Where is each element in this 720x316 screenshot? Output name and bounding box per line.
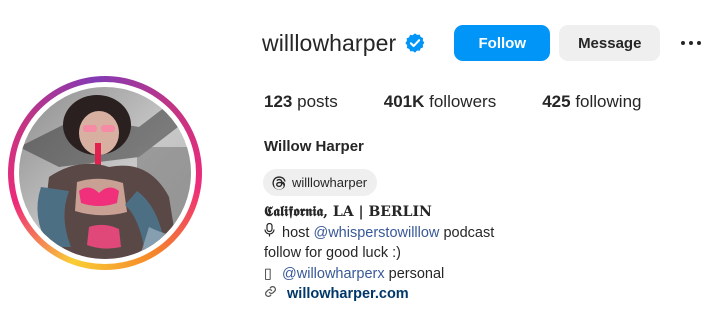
avatar-story-ring[interactable] bbox=[8, 76, 202, 270]
avatar-ring-gap bbox=[14, 82, 196, 264]
box-glyph: ▯ bbox=[264, 265, 272, 282]
posts-count: 123 posts bbox=[264, 92, 338, 112]
bio-location: 𝕮𝖆𝖑𝖎𝖋𝖔𝖗𝖓𝖎𝖆, LA | BERLIN bbox=[264, 204, 432, 220]
posts-count-value: 123 bbox=[264, 92, 293, 111]
bio-personal-text: personal bbox=[388, 265, 445, 282]
bio-host-text: host bbox=[282, 224, 310, 241]
bio-podcast-line: host @whisperstowilllow podcast bbox=[264, 222, 495, 244]
followers-count[interactable]: 401K followers bbox=[384, 92, 496, 112]
message-button[interactable]: Message bbox=[559, 25, 661, 61]
username: willlowharper bbox=[262, 29, 397, 56]
threads-icon bbox=[271, 175, 287, 191]
avatar[interactable] bbox=[19, 87, 191, 259]
followers-count-value: 401K bbox=[383, 92, 425, 111]
following-count-label: following bbox=[575, 92, 642, 111]
full-name: Willow Harper bbox=[264, 138, 364, 155]
profile-stats: 123 posts 401K followers 425 following bbox=[264, 92, 687, 112]
verified-badge-icon bbox=[404, 32, 426, 54]
profile-header-row: willlowharper Follow Message bbox=[262, 22, 708, 64]
personal-mention-link[interactable]: @willowharperx bbox=[282, 266, 385, 282]
threads-handle: willlowharper bbox=[292, 175, 368, 190]
bio-luck-line: follow for good luck :) bbox=[264, 245, 402, 262]
link-icon bbox=[264, 286, 281, 302]
threads-badge[interactable]: willlowharper bbox=[263, 169, 378, 196]
followers-count-label: followers bbox=[429, 92, 497, 111]
bio-podcast-text: podcast bbox=[443, 224, 495, 241]
avatar-photo-image bbox=[19, 87, 191, 259]
follow-button[interactable]: Follow bbox=[454, 25, 551, 61]
podcast-mention-link[interactable]: @whisperstowilllow bbox=[313, 225, 439, 241]
posts-count-label: posts bbox=[297, 92, 338, 111]
bio: 𝕮𝖆𝖑𝖎𝖋𝖔𝖗𝖓𝖎𝖆, LA | BERLIN host @whispersto… bbox=[264, 202, 494, 305]
bio-personal-line: ▯ @willowharperx personal bbox=[264, 264, 494, 285]
website-row: willowharper.com bbox=[264, 284, 494, 305]
following-count[interactable]: 425 following bbox=[542, 92, 641, 112]
microphone-icon bbox=[264, 222, 278, 244]
website-link[interactable]: willowharper.com bbox=[287, 286, 409, 302]
more-options-icon[interactable] bbox=[674, 25, 708, 61]
following-count-value: 425 bbox=[542, 92, 571, 111]
